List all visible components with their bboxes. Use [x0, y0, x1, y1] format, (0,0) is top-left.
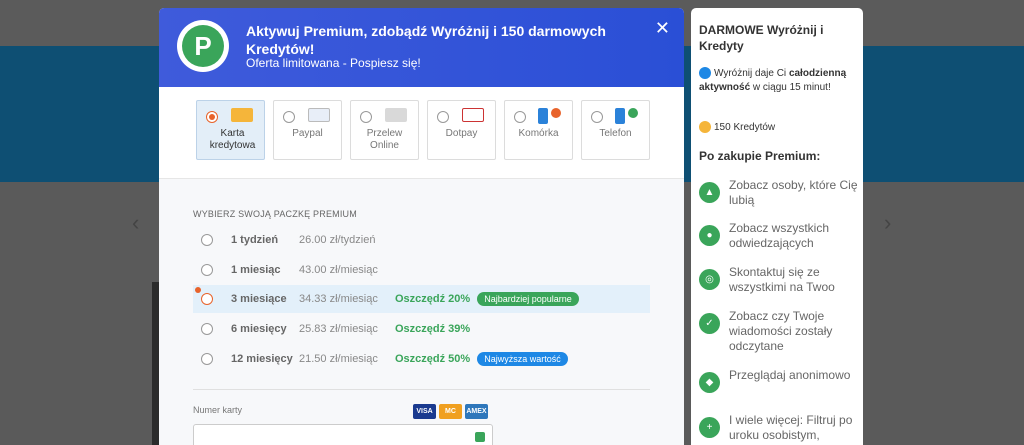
benefit-text: Skontaktuj się ze wszystkimi na Twoo: [729, 265, 835, 294]
amex-icon: AMEX: [465, 404, 488, 419]
package-name: 1 miesiąc: [231, 264, 281, 276]
lock-icon: [475, 432, 485, 442]
package-price: 25.83 zł/miesiąc: [299, 323, 378, 335]
visa-icon: VISA: [413, 404, 436, 419]
radio-button[interactable]: [201, 323, 213, 335]
modal-subtitle: Oferta limitowana - Pospiesz się!: [246, 56, 421, 70]
benefit-item: + I wiele więcej: Filtruj po uroku osobi…: [699, 413, 859, 443]
message-check-icon: ✓: [699, 313, 720, 334]
benefit-text: Zobacz wszystkich odwiedzających: [729, 221, 830, 250]
package-name: 12 miesięcy: [231, 353, 293, 365]
package-price: 43.00 zł/miesiąc: [299, 264, 378, 276]
package-row[interactable]: 12 miesięcy 21.50 zł/miesiąc Oszczędź 50…: [193, 345, 650, 373]
popular-badge: Najbardziej popularne: [477, 292, 579, 306]
method-online-transfer[interactable]: Przelew Online: [350, 100, 419, 160]
method-paypal[interactable]: Paypal: [273, 100, 342, 160]
ghost-icon: ◆: [699, 372, 720, 393]
method-label: Karta kredytowa: [209, 128, 256, 151]
method-label: Paypal: [292, 128, 323, 139]
package-name: 3 miesiące: [231, 293, 287, 305]
method-label: Dotpay: [445, 128, 478, 139]
radio-button[interactable]: [206, 111, 218, 123]
method-phone[interactable]: Telefon: [581, 100, 650, 160]
method-label: Telefon: [599, 128, 632, 139]
feature-text: 150 Kredytów: [714, 122, 776, 133]
benefit-text: Zobacz czy Twoje wiadomości zostały odcz…: [729, 309, 833, 353]
benefit-item: ◆ Przeglądaj anonimowo: [699, 368, 859, 393]
radio-button[interactable]: [201, 353, 213, 365]
method-mobile[interactable]: Komórka: [504, 100, 573, 160]
benefit-text: Zobacz osoby, które Cię lubią: [729, 178, 858, 207]
radio-button[interactable]: [201, 264, 213, 276]
radio-button[interactable]: [201, 234, 213, 246]
method-dotpay[interactable]: Dotpay: [427, 100, 496, 160]
package-price: 26.00 zł/tydzień: [299, 234, 376, 246]
side-title: DARMOWE Wyróżnij i Kredyty: [699, 23, 824, 53]
radio-button[interactable]: [591, 111, 603, 123]
feature-credits: 150 Kredytów: [699, 121, 775, 135]
dotpay-icon: [462, 108, 484, 122]
method-credit-card[interactable]: Karta kredytowa: [196, 100, 265, 160]
benefit-item: ✓ Zobacz czy Twoje wiadomości zostały od…: [699, 309, 859, 354]
package-price: 21.50 zł/miesiąc: [299, 353, 378, 365]
radio-button[interactable]: [514, 111, 526, 123]
package-name: 6 miesięcy: [231, 323, 287, 335]
package-row[interactable]: 1 miesiąc 43.00 zł/miesiąc: [193, 256, 650, 284]
packages-title: WYBIERZ SWOJĄ PACZKĘ PREMIUM: [193, 209, 357, 219]
radio-button[interactable]: [360, 111, 372, 123]
feature-text: Wyróżnij daje Ci: [714, 68, 789, 79]
package-price: 34.33 zł/miesiąc: [299, 293, 378, 305]
mastercard-icon: MC: [439, 404, 462, 419]
package-row[interactable]: 1 tydzień 26.00 zł/tydzień: [193, 226, 650, 254]
globe-icon: ◎: [699, 269, 720, 290]
benefit-item: ● Zobacz wszystkich odwiedzających: [699, 221, 859, 251]
plus-icon: +: [699, 417, 720, 438]
chat-bubble-icon: [551, 108, 561, 118]
modal-title: Aktywuj Premium, zdobądź Wyróżnij i 150 …: [246, 23, 606, 57]
payment-methods: Karta kredytowa Paypal Przelew Online Do…: [196, 100, 650, 160]
feature-highlight: Wyróżnij daje Ci całodzienną aktywność w…: [699, 67, 857, 95]
method-label: Komórka: [518, 128, 559, 139]
benefit-item: ◎ Skontaktuj się ze wszystkimi na Twoo: [699, 265, 859, 295]
divider: [193, 389, 650, 390]
package-name: 1 tydzień: [231, 234, 279, 246]
whatsapp-icon: [628, 108, 638, 118]
package-savings: Oszczędź 20%: [395, 293, 471, 305]
thumbs-up-icon: ▲: [699, 182, 720, 203]
card-number-input[interactable]: [193, 424, 493, 445]
package-row-selected[interactable]: 3 miesiące 34.33 zł/miesiąc Oszczędź 20%…: [193, 285, 650, 313]
radio-button[interactable]: [437, 111, 449, 123]
app-logo: P: [177, 20, 229, 72]
eye-icon: ●: [699, 225, 720, 246]
premium-modal: P Aktywuj Premium, zdobądź Wyróżnij i 15…: [159, 8, 684, 445]
method-label: Przelew Online: [366, 128, 403, 151]
benefits-panel: DARMOWE Wyróżnij i Kredyty Wyróżnij daje…: [691, 8, 863, 445]
package-row[interactable]: 6 miesięcy 25.83 zł/miesiąc Oszczędź 39%: [193, 315, 650, 343]
mobile-phone-icon: [538, 108, 548, 124]
close-icon[interactable]: ✕: [655, 18, 670, 39]
best-value-badge: Najwyższa wartość: [477, 352, 568, 366]
card-number-label: Numer karty: [193, 405, 243, 415]
package-savings: Oszczędź 50%: [395, 353, 471, 365]
chevron-right-icon: ›: [884, 210, 892, 235]
mobile-phone-icon: [615, 108, 625, 124]
chevron-left-icon: ‹: [132, 210, 140, 235]
rocket-icon: [699, 67, 711, 80]
radio-button[interactable]: [283, 111, 295, 123]
logo-letter: P: [182, 25, 224, 67]
card-logos: VISA MC AMEX: [413, 404, 488, 419]
credit-card-icon: [231, 108, 253, 122]
after-purchase-title: Po zakupie Premium:: [699, 149, 821, 163]
feature-text: w ciągu 15 minut!: [750, 82, 831, 93]
modal-header: P Aktywuj Premium, zdobądź Wyróżnij i 15…: [159, 8, 684, 87]
bank-icon: [385, 108, 407, 122]
coin-icon: [699, 121, 711, 134]
benefit-text: Przeglądaj anonimowo: [729, 368, 851, 382]
benefit-text: I wiele więcej: Filtruj po uroku osobist…: [729, 413, 853, 442]
benefit-item: ▲ Zobacz osoby, które Cię lubią: [699, 178, 859, 208]
paypal-icon: [308, 108, 330, 122]
package-savings: Oszczędź 39%: [395, 323, 471, 335]
radio-button[interactable]: [201, 293, 213, 305]
